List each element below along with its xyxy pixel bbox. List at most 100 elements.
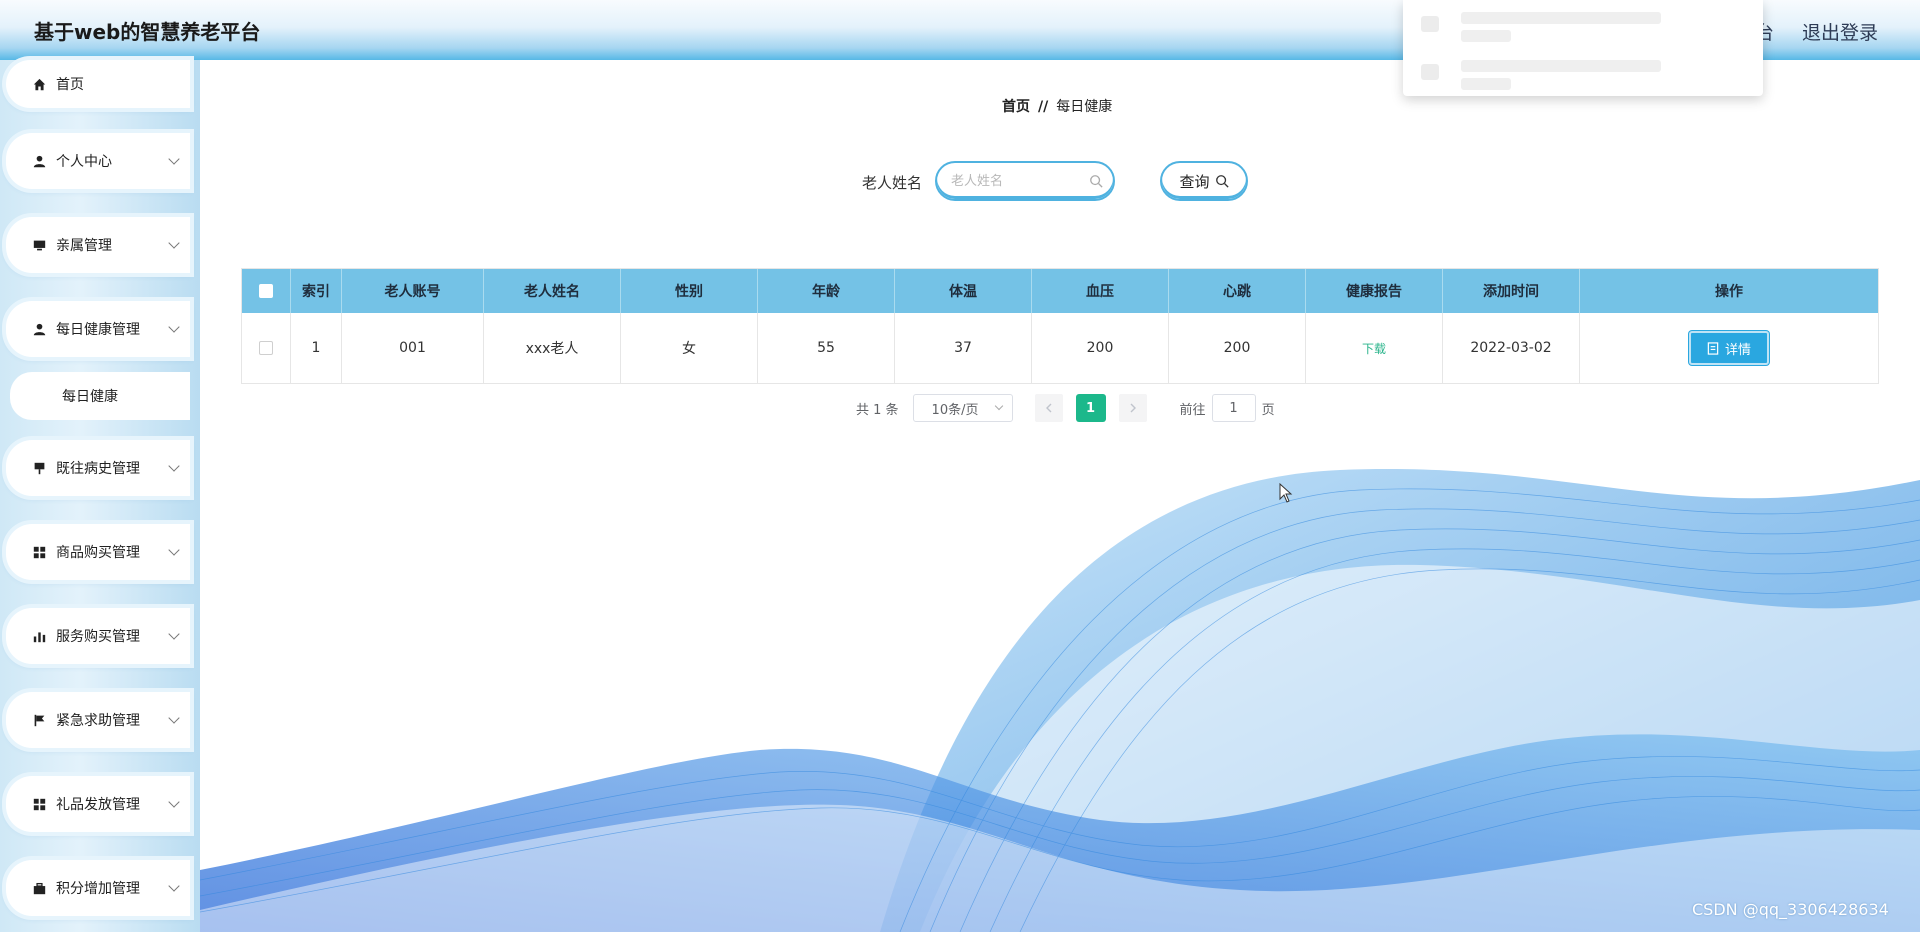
column-header: 心跳	[1169, 269, 1306, 313]
cell-added-time: 2022-03-02	[1443, 313, 1580, 383]
sidebar-item-label: 个人中心	[56, 154, 112, 170]
sidebar-item-label: 商品购买管理	[56, 545, 140, 561]
cell-report: 下载	[1306, 313, 1443, 383]
detail-button-label: 详情	[1724, 342, 1751, 358]
search-field[interactable]	[935, 161, 1115, 201]
sidebar-item-medical-history[interactable]: 既往病史管理	[6, 440, 190, 496]
sidebar-item-daily-health-mgmt[interactable]: 每日健康管理	[6, 301, 190, 357]
data-table: 索引 老人账号 老人姓名 性别 年龄 体温 血压 心跳 健康报告 添加时间 操作…	[241, 268, 1879, 384]
sidebar-item-personal-center[interactable]: 个人中心	[6, 133, 190, 189]
column-header: 老人账号	[342, 269, 484, 313]
watermark: CSDN @qq_3306428634	[1692, 900, 1889, 919]
next-page-button[interactable]	[1118, 394, 1147, 422]
chevron-down-icon	[168, 321, 180, 333]
page-number-current[interactable]: 1	[1075, 394, 1106, 422]
sidebar-subitem-daily-health[interactable]: 每日健康	[10, 372, 190, 420]
chevron-down-icon	[168, 796, 180, 808]
select-all-checkbox[interactable]	[242, 269, 291, 313]
sidebar: 首页 个人中心 亲属管理 每日健康管理 每日健康 既往病史管理 商品购买管理 服…	[0, 60, 200, 932]
column-header: 年龄	[758, 269, 895, 313]
cell-index: 1	[291, 313, 342, 383]
chevron-down-icon	[168, 237, 180, 249]
table-header-row: 索引 老人账号 老人姓名 性别 年龄 体温 血压 心跳 健康报告 添加时间 操作	[242, 269, 1878, 313]
cell-age: 55	[758, 313, 895, 383]
pin-icon	[32, 461, 46, 475]
goto-page-input[interactable]	[1211, 394, 1256, 422]
grid-icon	[32, 797, 46, 811]
cell-heartbeat: 200	[1169, 313, 1306, 383]
sidebar-item-label: 既往病史管理	[56, 461, 140, 477]
sidebar-item-label: 服务购买管理	[56, 629, 140, 645]
detail-button[interactable]: 详情	[1689, 331, 1769, 365]
sidebar-item-gift-distribution[interactable]: 礼品发放管理	[6, 776, 190, 832]
cell-gender: 女	[621, 313, 758, 383]
column-header: 老人姓名	[484, 269, 621, 313]
sidebar-item-label: 礼品发放管理	[56, 797, 140, 813]
column-header: 性别	[621, 269, 758, 313]
skeleton-row	[1421, 60, 1741, 92]
bar-chart-icon	[32, 629, 46, 643]
cell-blood-pressure: 200	[1032, 313, 1169, 383]
flag-icon	[32, 713, 46, 727]
app-title: 基于web的智慧养老平台	[34, 20, 261, 44]
chevron-down-icon	[168, 712, 180, 724]
mouse-cursor-icon	[1279, 483, 1293, 503]
sidebar-item-label: 积分增加管理	[56, 881, 140, 897]
column-header: 血压	[1032, 269, 1169, 313]
column-header: 体温	[895, 269, 1032, 313]
grid-icon	[32, 545, 46, 559]
breadcrumb-home[interactable]: 首页	[1002, 99, 1030, 115]
query-button-label: 查询	[1179, 172, 1210, 191]
sidebar-item-emergency-help[interactable]: 紧急求助管理	[6, 692, 190, 748]
chevron-down-icon	[168, 544, 180, 556]
chevron-down-icon	[168, 460, 180, 472]
loading-popup	[1403, 0, 1763, 96]
table-row: 1 001 xxx老人 女 55 37 200 200 下载 2022-03-0…	[242, 313, 1878, 383]
breadcrumb: 首页 // 每日健康	[1002, 96, 1112, 116]
query-button[interactable]: 查询	[1160, 161, 1248, 201]
column-header: 操作	[1715, 284, 1743, 300]
search-input[interactable]	[951, 171, 1091, 191]
sidebar-item-label: 首页	[56, 77, 84, 93]
download-report-link[interactable]: 下载	[1362, 340, 1386, 357]
chevron-down-icon	[168, 628, 180, 640]
column-header: 添加时间	[1443, 269, 1580, 313]
chevron-right-icon	[1130, 403, 1136, 413]
sidebar-item-service-purchase[interactable]: 服务购买管理	[6, 608, 190, 664]
briefcase-icon	[32, 881, 46, 895]
breadcrumb-separator: //	[1038, 99, 1049, 115]
chevron-down-icon	[994, 401, 1003, 411]
sidebar-item-goods-purchase[interactable]: 商品购买管理	[6, 524, 190, 580]
page-size-value: 10条/页	[931, 402, 979, 418]
document-icon	[1707, 341, 1719, 355]
search-icon	[1215, 175, 1229, 188]
sidebar-item-relatives[interactable]: 亲属管理	[6, 217, 190, 273]
skeleton-row	[1421, 12, 1741, 44]
monitor-icon	[32, 238, 46, 252]
cell-account: 001	[342, 313, 484, 383]
user-icon	[32, 322, 46, 336]
prev-page-button[interactable]	[1034, 394, 1063, 422]
pagination-total: 共 1 条	[856, 402, 899, 418]
sidebar-item-label: 亲属管理	[56, 238, 112, 254]
user-icon	[32, 154, 46, 168]
page-unit-label: 页	[1261, 402, 1275, 418]
column-header: 索引	[291, 269, 342, 313]
sidebar-item-points-add[interactable]: 积分增加管理	[6, 860, 190, 916]
column-header: 健康报告	[1306, 269, 1443, 313]
chevron-left-icon	[1045, 403, 1052, 413]
goto-label: 前往	[1179, 402, 1206, 418]
pagination: 共 1 条 10条/页 1 前往 页	[856, 393, 1275, 423]
search-icon	[1089, 173, 1103, 192]
cell-temperature: 37	[895, 313, 1032, 383]
sidebar-item-label: 每日健康	[62, 389, 118, 405]
sidebar-item-home[interactable]: 首页	[6, 60, 190, 108]
search-label: 老人姓名	[862, 174, 923, 192]
page-size-select[interactable]: 10条/页	[912, 394, 1013, 422]
cell-actions: 详情	[1580, 313, 1878, 383]
logout-button[interactable]: 退出登录	[1802, 18, 1878, 45]
breadcrumb-current: 每日健康	[1056, 99, 1113, 115]
row-checkbox[interactable]	[242, 313, 291, 383]
chevron-down-icon	[168, 153, 180, 165]
sidebar-item-label: 紧急求助管理	[56, 713, 140, 729]
